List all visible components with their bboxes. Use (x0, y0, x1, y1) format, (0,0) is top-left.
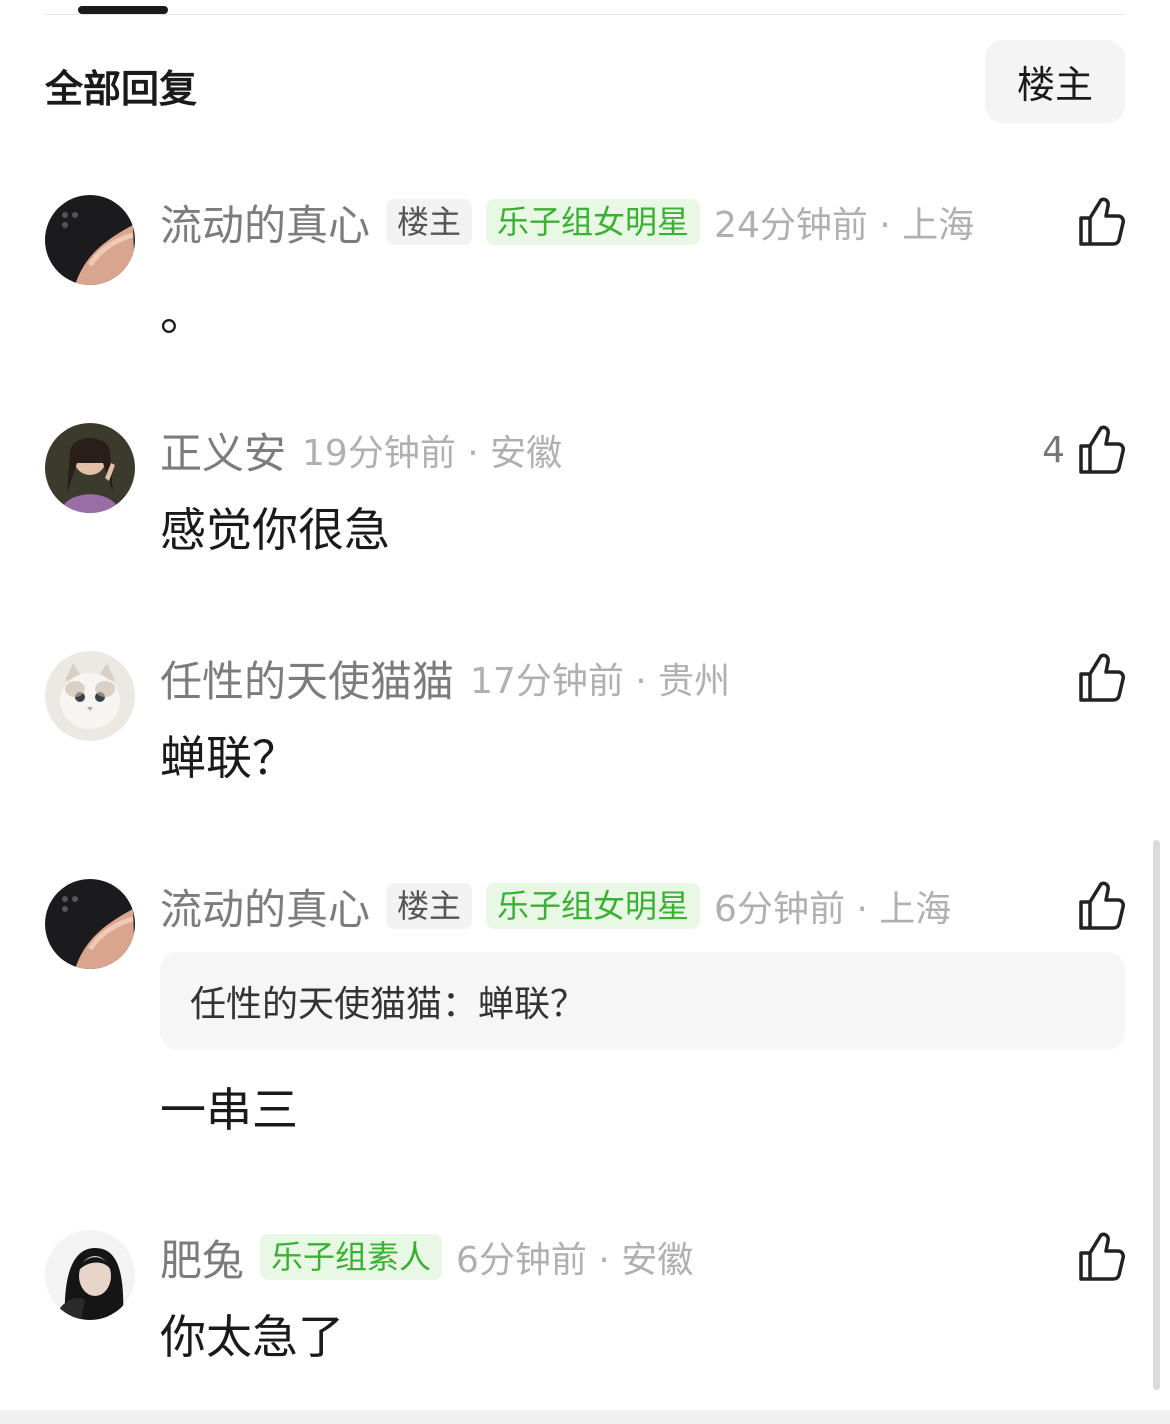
divider (45, 14, 1125, 15)
like-button[interactable] (1065, 650, 1125, 706)
username[interactable]: 正义安 (160, 420, 286, 481)
comment-meta: 流动的真心 楼主 乐子组女明星 6分钟前 · 上海 (160, 878, 951, 934)
comment-text: 你太急了 (160, 1310, 344, 1364)
quoted-reply[interactable]: 任性的天使猫猫： 蝉联？ (160, 952, 1125, 1050)
username[interactable]: 任性的天使猫猫 (160, 648, 454, 709)
username[interactable]: 流动的真心 (160, 876, 370, 937)
thumbs-up-icon (1077, 880, 1125, 932)
like-button[interactable] (1065, 194, 1125, 250)
comment-meta: 流动的真心 楼主 乐子组女明星 24分钟前 · 上海 (160, 194, 974, 250)
avatar[interactable] (45, 1230, 135, 1320)
scrollbar[interactable] (1153, 840, 1160, 1390)
group-badge: 乐子组女明星 (486, 199, 701, 245)
username[interactable]: 流动的真心 (160, 192, 370, 253)
thumbs-up-icon (1077, 196, 1125, 248)
like-button[interactable]: 4 (1042, 422, 1125, 478)
section-title: 全部回复 (45, 67, 198, 111)
comment-meta: 正义安 19分钟前 · 安徽 (160, 422, 562, 478)
op-badge: 楼主 (386, 883, 473, 929)
op-badge: 楼主 (386, 199, 473, 245)
timestamp-location: 24分钟前 · 上海 (714, 205, 975, 246)
like-button[interactable] (1065, 878, 1125, 934)
comment-text: 一串三 (160, 1083, 298, 1137)
group-badge: 乐子组女明星 (486, 883, 701, 929)
active-tab-indicator (78, 6, 168, 14)
op-only-filter-button[interactable]: 楼主 (985, 40, 1125, 123)
comment-text: 蝉联？ (160, 731, 298, 785)
timestamp-location: 6分钟前 · 上海 (714, 889, 952, 930)
timestamp-location: 19分钟前 · 安徽 (302, 433, 563, 474)
thumbs-up-icon (1077, 652, 1125, 704)
like-count: 4 (1042, 429, 1065, 471)
username[interactable]: 肥兔 (160, 1227, 244, 1288)
comment-text: 。 (160, 287, 206, 341)
avatar[interactable] (45, 195, 135, 285)
like-button[interactable] (1065, 1229, 1125, 1285)
avatar[interactable] (45, 651, 135, 741)
bottom-edge (0, 1410, 1170, 1424)
timestamp-location: 6分钟前 · 安徽 (456, 1240, 694, 1281)
timestamp-location: 17分钟前 · 贵州 (470, 661, 731, 702)
comment-meta: 肥兔 乐子组素人 6分钟前 · 安徽 (160, 1229, 693, 1285)
avatar[interactable] (45, 423, 135, 513)
thumbs-up-icon (1077, 424, 1125, 476)
quoted-author: 任性的天使猫猫： (190, 984, 479, 1025)
thumbs-up-icon (1077, 1231, 1125, 1283)
group-badge: 乐子组素人 (260, 1234, 443, 1280)
avatar[interactable] (45, 879, 135, 969)
quoted-text: 蝉联？ (478, 984, 587, 1025)
comment-text: 感觉你很急 (160, 503, 390, 557)
comment-meta: 任性的天使猫猫 17分钟前 · 贵州 (160, 650, 730, 706)
